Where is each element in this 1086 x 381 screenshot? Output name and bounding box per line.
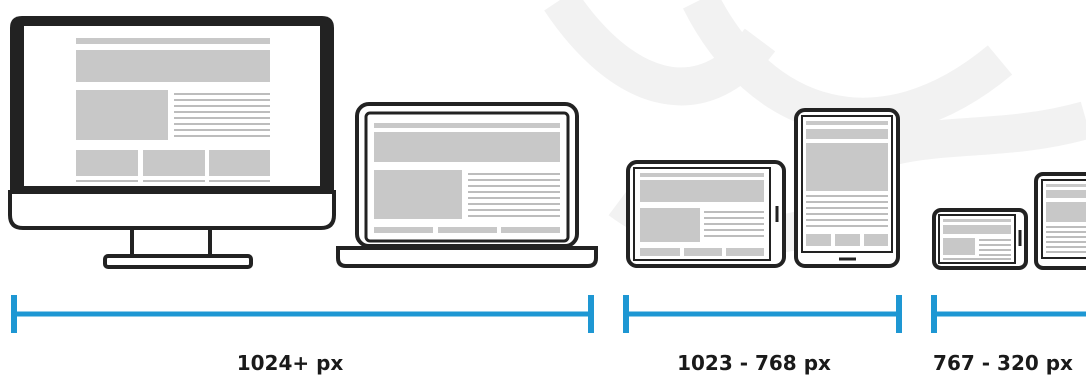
breakpoint-label-mobile: 767 - 320 px (933, 351, 1073, 375)
breakpoint-ruler-desktop (11, 295, 594, 333)
desktop-monitor (8, 16, 336, 269)
laptop (336, 102, 598, 268)
responsive-breakpoints-diagram: 1024+ px 1023 - 768 px 767 - 320 px (0, 0, 1086, 381)
devices-illustration (8, 0, 1086, 333)
tablet-landscape (626, 160, 786, 268)
breakpoint-ruler-mobile (931, 295, 1086, 333)
phone-landscape (932, 208, 1028, 270)
phone-portrait (1034, 172, 1086, 270)
breakpoint-ruler-tablet (623, 295, 902, 333)
tablet-portrait (794, 108, 900, 268)
breakpoint-label-desktop: 1024+ px (236, 351, 344, 375)
breakpoint-label-tablet: 1023 - 768 px (677, 351, 831, 375)
phone-portrait-wireframe (1046, 184, 1086, 253)
